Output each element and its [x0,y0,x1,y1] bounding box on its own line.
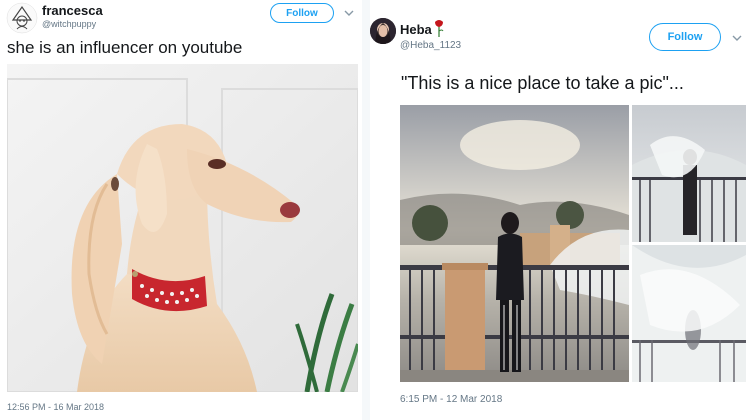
wave-splash-photo-grid[interactable] [400,105,746,382]
anime-sketch-avatar-icon [6,2,38,34]
avatar[interactable] [6,2,38,34]
follow-button[interactable]: Follow [649,23,721,51]
rose-icon [434,18,444,38]
follow-button[interactable]: Follow [270,3,334,23]
tweet-text: she is an influencer on youtube [7,38,243,57]
tweet-card-heba: Heba @Heba_1123 Follow "This is a nice p… [370,0,750,420]
tweet-text: "This is a nice place to take a pic"... [401,73,684,93]
tweet-timestamp[interactable]: 12:56 PM - 16 Mar 2018 [7,402,104,412]
chevron-down-icon[interactable] [342,6,356,20]
divider [362,0,370,420]
user-handle[interactable]: @Heba_1123 [400,40,461,51]
tweet-card-francesca: francesca @witchpuppy Follow she is an i… [0,0,362,420]
avatar[interactable] [370,18,396,44]
user-handle[interactable]: @witchpuppy [42,19,96,29]
chevron-down-icon[interactable] [730,31,744,45]
profile-photo-avatar-icon [370,18,396,44]
display-name[interactable]: francesca [42,3,103,18]
tweet-timestamp[interactable]: 6:15 PM - 12 Mar 2018 [400,394,502,405]
display-name[interactable]: Heba [400,22,432,37]
afghan-hound-photo[interactable] [7,64,358,392]
